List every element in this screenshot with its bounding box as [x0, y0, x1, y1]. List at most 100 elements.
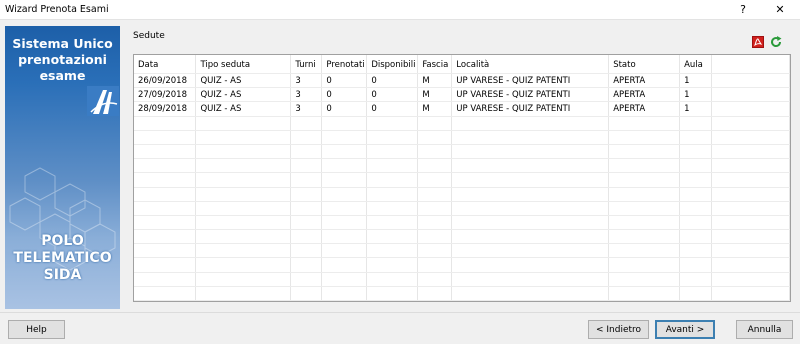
empty-row[interactable]	[134, 229, 790, 245]
empty-row[interactable]	[134, 300, 790, 301]
empty-cell	[321, 201, 368, 216]
empty-cell	[195, 215, 292, 231]
empty-row[interactable]	[134, 187, 790, 202]
empty-cell	[711, 158, 790, 174]
cancel-button[interactable]: Annulla	[736, 320, 793, 339]
empty-cell	[679, 286, 713, 301]
empty-cell	[711, 87, 790, 103]
table-cell: UP VARESE - QUIZ PATENTI	[451, 87, 610, 103]
empty-cell	[679, 130, 713, 145]
column-header[interactable]: Data	[134, 55, 197, 74]
help-button[interactable]: Help	[8, 320, 65, 339]
empty-cell	[195, 144, 292, 160]
empty-cell	[451, 130, 610, 145]
table-row[interactable]: 28/09/2018 QUIZ - AS 3 0 0 M UP VARESE - QUIZ …	[134, 101, 790, 117]
empty-cell	[195, 257, 292, 273]
empty-row[interactable]	[134, 144, 790, 160]
empty-cell	[290, 243, 323, 259]
sessions-table[interactable]: Data Tipo seduta Turni Prenotati Disponi…	[133, 54, 791, 302]
empty-row[interactable]	[134, 243, 790, 259]
table-cell: 3	[290, 101, 323, 117]
empty-cell	[451, 215, 610, 231]
empty-cell	[417, 286, 453, 301]
empty-cell	[711, 215, 790, 231]
column-header[interactable]: Disponibili	[366, 55, 419, 74]
empty-cell	[134, 201, 197, 216]
column-header[interactable]: Località	[451, 55, 610, 74]
empty-cell	[321, 116, 368, 131]
road-logo-icon	[87, 86, 119, 116]
empty-row[interactable]	[134, 215, 790, 231]
empty-cell	[321, 187, 368, 202]
banner-subtitle-line: POLO	[41, 233, 84, 249]
empty-cell	[321, 158, 368, 174]
banner-title-line: Sistema Unico	[12, 36, 113, 51]
empty-cell	[711, 187, 790, 202]
table-cell: 27/09/2018	[134, 87, 197, 103]
empty-row[interactable]	[134, 272, 790, 287]
empty-cell	[321, 243, 368, 259]
empty-cell	[711, 172, 790, 188]
table-row[interactable]: 26/09/2018 QUIZ - AS 3 0 0 M UP VARESE - QUIZ …	[134, 73, 790, 89]
banner-subtitle-line: TELEMATICO	[13, 250, 112, 266]
help-title-button[interactable]: ?	[728, 0, 758, 19]
empty-cell	[417, 187, 453, 202]
empty-cell	[366, 286, 419, 301]
empty-row[interactable]	[134, 286, 790, 301]
table-cell: M	[417, 87, 453, 103]
empty-cell	[417, 257, 453, 273]
empty-cell	[134, 130, 197, 145]
empty-cell	[134, 172, 197, 188]
empty-cell	[417, 201, 453, 216]
empty-row[interactable]	[134, 201, 790, 216]
empty-cell	[134, 229, 197, 245]
empty-cell	[134, 187, 197, 202]
empty-cell	[451, 116, 610, 131]
empty-cell	[195, 158, 292, 174]
column-header[interactable]: Prenotati	[321, 55, 368, 74]
back-button[interactable]: < Indietro	[588, 320, 649, 339]
empty-cell	[711, 286, 790, 301]
table-cell: 0	[321, 101, 368, 117]
empty-cell	[679, 243, 713, 259]
table-cell: APERTA	[608, 101, 681, 117]
section-title: Sedute	[133, 31, 165, 41]
empty-cell	[451, 300, 610, 301]
empty-cell	[608, 286, 681, 301]
column-header[interactable]: Tipo seduta	[195, 55, 292, 74]
empty-cell	[366, 257, 419, 273]
empty-cell	[321, 215, 368, 231]
pdf-export-icon[interactable]	[752, 36, 764, 48]
close-button[interactable]: ✕	[765, 0, 795, 19]
empty-row[interactable]	[134, 172, 790, 188]
empty-cell	[290, 272, 323, 287]
column-header[interactable]: Stato	[608, 55, 681, 74]
empty-row[interactable]	[134, 116, 790, 131]
empty-cell	[711, 130, 790, 145]
empty-cell	[679, 257, 713, 273]
refresh-icon[interactable]	[770, 36, 782, 48]
empty-cell	[290, 215, 323, 231]
column-header[interactable]: Aula	[679, 55, 713, 74]
empty-row[interactable]	[134, 130, 790, 145]
column-header[interactable]: Fascia	[417, 55, 453, 74]
empty-row[interactable]	[134, 257, 790, 273]
table-row[interactable]: 27/09/2018 QUIZ - AS 3 0 0 M UP VARESE - QUIZ …	[134, 87, 790, 103]
empty-cell	[451, 158, 610, 174]
table-cell: 0	[366, 101, 419, 117]
column-header[interactable]: Turni	[290, 55, 323, 74]
empty-cell	[290, 300, 323, 301]
empty-cell	[195, 300, 292, 301]
table-cell: M	[417, 101, 453, 117]
empty-cell	[195, 116, 292, 131]
empty-cell	[290, 116, 323, 131]
empty-cell	[134, 144, 197, 160]
table-header-row: Data Tipo seduta Turni Prenotati Disponi…	[134, 55, 790, 74]
empty-cell	[608, 201, 681, 216]
empty-cell	[366, 187, 419, 202]
empty-cell	[195, 229, 292, 245]
table-cell: 28/09/2018	[134, 101, 197, 117]
empty-cell	[711, 201, 790, 216]
next-button[interactable]: Avanti >	[655, 320, 715, 339]
empty-row[interactable]	[134, 158, 790, 174]
